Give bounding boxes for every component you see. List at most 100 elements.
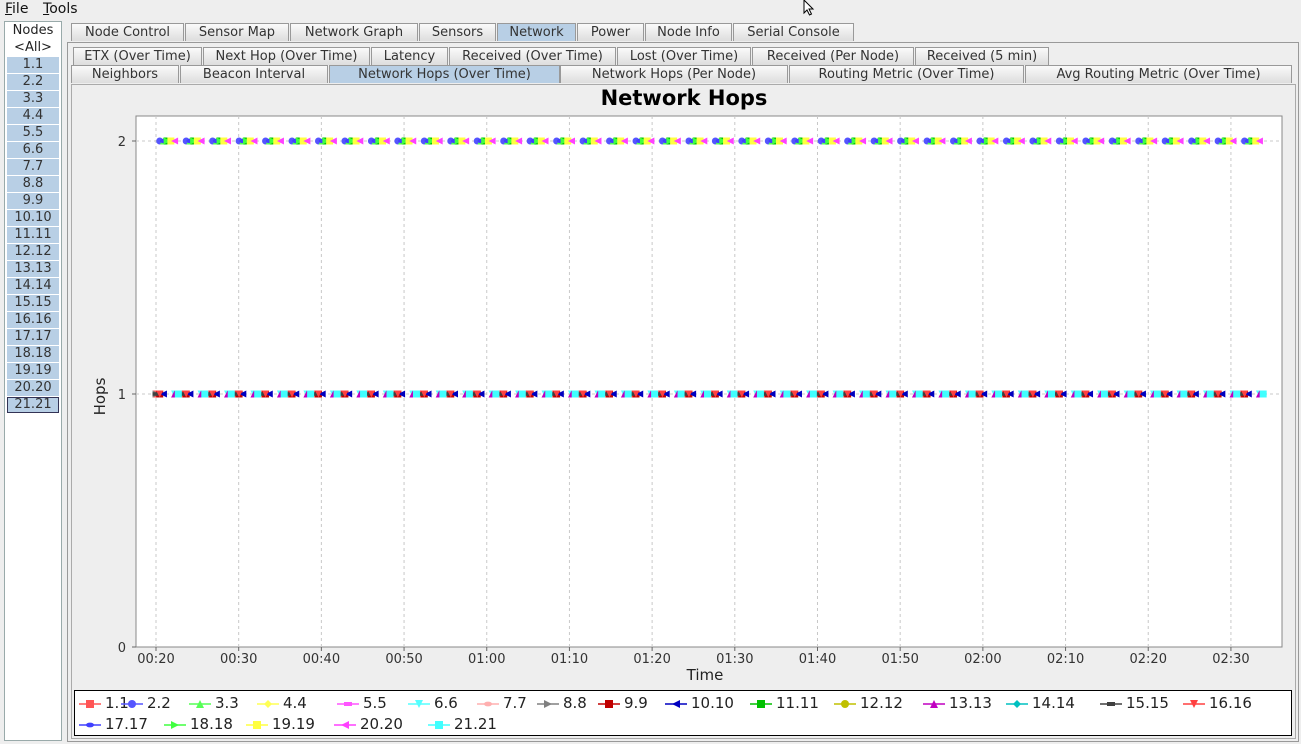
legend-item-18-18: 18.18 [164, 714, 233, 734]
data-point [995, 390, 1003, 398]
y-tick-label: 2 [118, 135, 126, 150]
x-tick-label: 01:10 [551, 652, 588, 667]
legend-label: 20.20 [360, 715, 403, 733]
legend-marker-icon [665, 699, 687, 708]
data-point [465, 390, 473, 398]
legend-marker-icon [1006, 699, 1028, 708]
x-axis-label: Time [686, 666, 724, 684]
x-tick-label: 02:20 [1130, 652, 1167, 667]
legend-marker-icon [164, 720, 186, 729]
data-point [1259, 390, 1267, 398]
legend-marker-icon [428, 720, 450, 729]
legend-label: 2.2 [147, 694, 171, 712]
data-point [915, 390, 923, 398]
legend-marker-icon [121, 699, 143, 708]
legend-label: 11.11 [776, 694, 819, 712]
data-point [1233, 390, 1241, 398]
legend-marker-icon [1183, 699, 1205, 708]
legend-label: 8.8 [563, 694, 587, 712]
legend-marker-icon [246, 720, 268, 729]
data-point [889, 390, 897, 398]
data-point [1206, 390, 1214, 398]
legend-item-11-11: 11.11 [750, 693, 819, 713]
legend-item-12-12: 12.12 [834, 693, 903, 713]
legend-marker [264, 699, 272, 708]
legend-marker [171, 720, 179, 729]
legend-label: 6.6 [434, 694, 458, 712]
data-point [254, 390, 262, 398]
y-tick-label: 0 [118, 641, 126, 656]
data-point [307, 390, 315, 398]
legend-label: 14.14 [1032, 694, 1075, 712]
network-hops-chart: 00:20 00:30 00:40 00:50 01:00 01:10 01:20 01:30… [91, 115, 1283, 684]
legend-marker-icon [1100, 701, 1122, 706]
data-point [809, 390, 817, 398]
legend-label: 18.18 [190, 715, 233, 733]
x-tick-label: 01:50 [881, 652, 918, 667]
legend-label: 17.17 [105, 715, 148, 733]
data-point [545, 390, 553, 398]
legend-marker-icon [189, 699, 211, 708]
data-point [1127, 390, 1135, 398]
legend-marker [344, 701, 352, 706]
legend-marker [341, 720, 349, 729]
data-point [1021, 390, 1029, 398]
legend-item-17-17: 17.17 [79, 714, 148, 734]
data-point [439, 390, 447, 398]
x-tick-label: 00:20 [137, 652, 174, 667]
legend-label: 10.10 [691, 694, 734, 712]
data-point [677, 390, 685, 398]
legend-marker [841, 699, 849, 708]
x-tick-label: 01:20 [633, 652, 670, 667]
legend-marker [605, 699, 613, 708]
data-point [1047, 390, 1055, 398]
legend-marker [757, 699, 765, 708]
legend-item-16-16: 16.16 [1183, 693, 1252, 713]
legend-marker-icon [337, 701, 359, 706]
legend-marker [484, 701, 492, 706]
legend-label: 9.9 [624, 694, 648, 712]
legend-marker-icon [537, 699, 559, 708]
legend-item-4-4: 4.4 [257, 693, 307, 713]
legend-marker-icon [923, 699, 945, 708]
legend-item-9-9: 9.9 [598, 693, 648, 713]
x-tick-label: 02:30 [1212, 652, 1249, 667]
legend-item-14-14: 14.14 [1006, 693, 1075, 713]
legend-marker-icon [834, 699, 856, 708]
legend-item-19-19: 19.19 [246, 714, 315, 734]
x-tick-label: 01:00 [468, 652, 505, 667]
data-point [1153, 390, 1161, 398]
plot-area [135, 115, 1283, 648]
legend-item-2-2: 2.2 [121, 693, 171, 713]
data-point [862, 390, 870, 398]
data-point [704, 390, 712, 398]
legend-marker [435, 720, 443, 729]
legend-item-6-6: 6.6 [408, 693, 458, 713]
legend-marker [672, 699, 680, 708]
data-point [492, 390, 500, 398]
legend-item-7-7: 7.7 [477, 693, 527, 713]
legend-marker-icon [334, 720, 356, 729]
data-point [651, 390, 659, 398]
data-point [942, 390, 950, 398]
legend-marker [86, 722, 94, 727]
y-axis-label: Hops [91, 377, 109, 415]
data-point [1180, 390, 1188, 398]
data-point [571, 390, 579, 398]
legend-item-13-13: 13.13 [923, 693, 992, 713]
data-point [227, 390, 235, 398]
data-point [201, 390, 209, 398]
legend-label: 15.15 [1126, 694, 1169, 712]
legend-label: 7.7 [503, 694, 527, 712]
legend-marker-icon [598, 699, 620, 708]
data-point [968, 390, 976, 398]
legend-label: 16.16 [1209, 694, 1252, 712]
legend-marker-icon [477, 701, 499, 706]
legend-marker [1107, 701, 1115, 706]
legend-label: 4.4 [283, 694, 307, 712]
legend-item-10-10: 10.10 [665, 693, 734, 713]
legend-label: 3.3 [215, 694, 239, 712]
legend-label: 19.19 [272, 715, 315, 733]
data-point [518, 390, 526, 398]
legend-marker [253, 720, 261, 729]
